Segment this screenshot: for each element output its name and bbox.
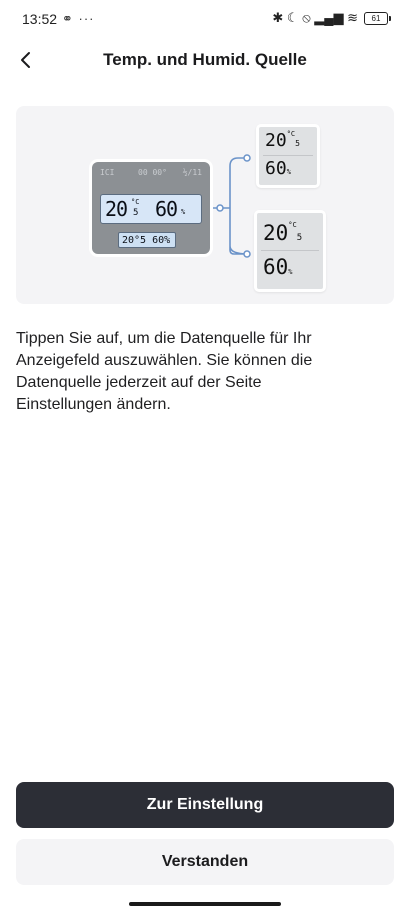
sensor-2-temp-decimal: 5 [296, 233, 303, 243]
hub-secondary-screen: 20°5 60% [118, 232, 176, 248]
sensor-2-humidity: 60 [263, 255, 289, 279]
sensor-1-humidity-row: 60% [265, 158, 311, 179]
hub-top-row: ICI 00 00° ½/11 [98, 168, 204, 180]
description-text: Tippen Sie auf, um die Datenquelle für I… [16, 330, 313, 413]
sensor-2-divider [261, 250, 319, 251]
sensor-2-temp: 20 [263, 221, 289, 245]
sensor-device-2: 20°C 5 60% [254, 210, 326, 292]
system-icons: ✱ ☾ ⦸ ▂▄▆ ≋ 61 [272, 10, 391, 26]
notification-icons: ⚭ ··· [62, 11, 95, 26]
header: Temp. und Humid. Quelle [0, 40, 410, 80]
sensor-1-divider [263, 155, 313, 156]
hub-top-right: ½/11 [182, 168, 202, 177]
sensor-2-temp-row: 20°C 5 [263, 221, 317, 245]
sensor-1-temp: 20 [265, 130, 287, 151]
sensor-1-temp-decimal: 5 [295, 139, 300, 148]
hub-temp: 20 [105, 197, 128, 221]
connector-node [243, 250, 251, 258]
sensor-2-humidity-unit: % [288, 268, 293, 276]
sensor-device-1: 20°C5 60% [256, 124, 320, 188]
sensor-1-humidity: 60 [265, 158, 287, 179]
understood-button[interactable]: Verstanden [16, 839, 394, 885]
system-status-icons: ✱ ☾ ⦸ ▂▄▆ ≋ [272, 10, 358, 25]
status-bar: 13:52 ⚭ ··· ✱ ☾ ⦸ ▂▄▆ ≋ 61 [0, 0, 410, 38]
hub-humidity-unit: % [181, 208, 186, 216]
connector-node [216, 204, 224, 212]
page-title: Temp. und Humid. Quelle [103, 50, 307, 69]
hub-main-screen: 20 °C 5 60 % [100, 194, 202, 224]
sensor-1-temp-row: 20°C5 [265, 130, 311, 151]
status-time: 13:52 [22, 11, 58, 27]
connector-node [243, 154, 251, 162]
sensor-2-temp-unit: °C [288, 221, 297, 229]
hub-display: ICI 00 00° ½/11 20 °C 5 60 % 20°5 60% [92, 162, 210, 254]
data-source-illustration: ICI 00 00° ½/11 20 °C 5 60 % 20°5 60% 20… [16, 106, 394, 304]
hub-temp-decimal: 5 [133, 208, 139, 218]
home-indicator [129, 902, 281, 906]
hub-top-left: ICI [100, 168, 115, 177]
hub-humidity: 60 [155, 197, 178, 221]
go-to-settings-button[interactable]: Zur Einstellung [16, 782, 394, 828]
sensor-1-humidity-unit: % [286, 168, 291, 176]
battery-icon: 61 [364, 11, 391, 25]
hub-temp-unit: °C [131, 198, 140, 206]
hub-top-mid: 00 00° [138, 168, 167, 177]
sensor-1-temp-unit: °C [286, 130, 296, 138]
sensor-2-humidity-row: 60% [263, 255, 317, 279]
